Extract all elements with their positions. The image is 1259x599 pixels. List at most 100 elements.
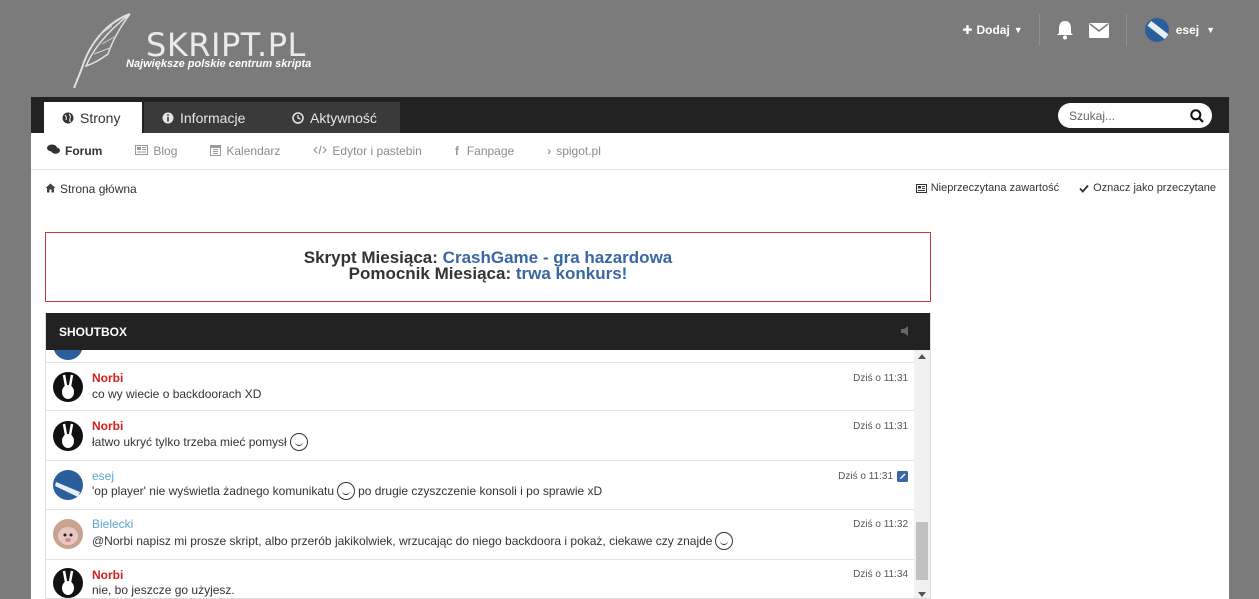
smile-emoticon-icon — [715, 532, 734, 550]
message-author[interactable]: Norbi — [92, 568, 123, 582]
message-text: @Norbi napisz mi prosze skript, albo prz… — [92, 532, 734, 550]
subnav-fanpage[interactable]: f Fanpage — [455, 144, 514, 158]
user-nav: ✚ Dodaj ▼ esej ▼ — [962, 12, 1215, 48]
chevron-right-icon: › — [547, 144, 552, 158]
message-time: Dziś o 11:32 — [853, 519, 908, 530]
avatar — [53, 568, 83, 598]
tab-label: Informacje — [180, 109, 246, 126]
tab-aktywnosc[interactable]: Aktywność — [274, 102, 400, 133]
list-item — [46, 350, 916, 363]
subnav-blog[interactable]: Blog — [135, 144, 177, 158]
globe-icon — [62, 112, 74, 123]
message-author[interactable]: esej — [92, 469, 114, 483]
tab-informacje[interactable]: Informacje — [144, 102, 274, 133]
message-text: łatwo ukryć tylko trzeba mieć pomysł — [92, 433, 308, 451]
calendar-icon — [210, 144, 222, 159]
tab-label: Strony — [80, 109, 121, 126]
tab-label: Aktywność — [310, 109, 377, 126]
message-text: nie, bo jeszcze go użyjesz. — [92, 583, 235, 597]
notifications-button[interactable] — [1054, 19, 1076, 41]
scroll-up-arrow-icon[interactable] — [918, 354, 926, 359]
unread-label: Nieprzeczytana zawartość — [930, 182, 1060, 194]
subnav-label: spigot.pl — [556, 144, 601, 158]
tab-bar: Strony Informacje Aktywność — [31, 97, 1229, 133]
mark-read-label: Oznacz jako przeczytane — [1093, 182, 1216, 194]
avatar — [53, 519, 83, 549]
helper-of-month-link[interactable]: trwa konkurs! — [516, 264, 627, 283]
message-author[interactable]: Norbi — [92, 419, 123, 433]
mark-read-link[interactable]: Oznacz jako przeczytane — [1079, 182, 1216, 194]
quick-links: Nieprzeczytana zawartość Oznacz jako prz… — [915, 182, 1216, 194]
nav-divider — [1038, 14, 1040, 46]
avatar — [53, 470, 83, 500]
volume-icon[interactable] — [900, 325, 911, 340]
search-box — [1058, 103, 1212, 128]
caret-down-icon: ▼ — [1206, 25, 1215, 35]
username: esej — [1175, 23, 1200, 37]
list-item: Norbi łatwo ukryć tylko trzeba mieć pomy… — [46, 411, 916, 461]
site-logo[interactable]: SKRIPT.PL Największe polskie centrum skr… — [68, 12, 328, 90]
subnav-label: Edytor i pastebin — [332, 144, 422, 158]
smile-emoticon-icon — [289, 433, 308, 451]
message-author[interactable]: Bielecki — [92, 517, 133, 531]
message-time: Dziś o 11:31 — [838, 471, 908, 482]
main-container: Strony Informacje Aktywność Forum — [31, 97, 1229, 599]
subnav-label: Kalendarz — [226, 144, 281, 158]
subnav-forum[interactable]: Forum — [47, 144, 102, 158]
facebook-icon: f — [454, 144, 459, 158]
edit-icon[interactable] — [897, 471, 908, 482]
add-menu-button[interactable]: ✚ Dodaj ▼ — [962, 23, 1038, 37]
user-menu-button[interactable]: esej ▼ — [1144, 18, 1215, 42]
search-icon[interactable] — [1190, 108, 1204, 123]
sub-navigation: Forum Blog Kalendarz Edytor i pastebin f… — [31, 133, 1229, 170]
bell-icon — [1056, 21, 1073, 40]
shoutbox-messages[interactable]: Norbi co wy wiecie o backdoorach XD Dziś… — [46, 350, 930, 598]
caret-down-icon: ▼ — [1013, 25, 1023, 35]
helper-of-month-label: Pomocnik Miesiąca: — [348, 264, 512, 283]
subnav-label: Blog — [153, 144, 178, 158]
list-item: esej 'op player' nie wyświetla żadnego k… — [46, 461, 916, 510]
nav-divider — [1125, 14, 1127, 46]
message-text: co wy wiecie o backdoorach XD — [92, 387, 262, 401]
info-icon — [162, 112, 174, 123]
list-item: Norbi co wy wiecie o backdoorach XD Dziś… — [46, 363, 916, 411]
shoutbox-header: SHOUTBOX — [46, 313, 930, 350]
breadcrumb-home-link[interactable]: Strona główna — [60, 182, 137, 196]
clock-icon — [292, 111, 304, 124]
avatar — [53, 372, 83, 402]
search-input[interactable] — [1069, 108, 1179, 123]
shoutbox: SHOUTBOX Norbi co wy wiecie o backdoorac… — [45, 313, 931, 599]
messages-button[interactable] — [1088, 19, 1110, 41]
message-author[interactable]: Norbi — [92, 371, 123, 385]
check-icon — [1079, 184, 1089, 193]
subnav-spigot[interactable]: › spigot.pl — [547, 144, 601, 158]
message-time: Dziś o 11:34 — [853, 569, 908, 580]
avatar — [1144, 18, 1169, 42]
site-subtitle: Największe polskie centrum skripta — [126, 58, 312, 70]
add-label: Dodaj — [976, 23, 1010, 37]
envelope-icon — [1088, 22, 1109, 38]
shoutbox-scrollbar[interactable] — [914, 350, 930, 598]
message-time: Dziś o 11:31 — [853, 421, 908, 432]
newspaper-icon — [915, 183, 927, 193]
subnav-label: Fanpage — [466, 144, 515, 158]
comments-icon — [47, 144, 60, 158]
avatar — [53, 350, 83, 360]
code-icon — [313, 144, 328, 158]
helper-of-month: Pomocnik Miesiąca: trwa konkurs! — [46, 264, 930, 283]
list-item: Bielecki @Norbi napisz mi prosze skript,… — [46, 510, 916, 560]
home-icon — [45, 182, 56, 196]
plus-icon: ✚ — [962, 23, 973, 37]
scrollbar-thumb[interactable] — [916, 522, 928, 580]
subnav-edytor[interactable]: Edytor i pastebin — [313, 144, 422, 158]
subnav-kalendarz[interactable]: Kalendarz — [210, 144, 280, 159]
newspaper-icon — [135, 144, 149, 158]
month-highlights-box: Skrypt Miesiąca: CrashGame - gra hazardo… — [45, 232, 931, 302]
scroll-down-arrow-icon[interactable] — [918, 592, 926, 597]
feather-icon — [73, 13, 131, 89]
subnav-label: Forum — [65, 144, 103, 158]
unread-content-link[interactable]: Nieprzeczytana zawartość — [915, 182, 1060, 194]
tab-strony[interactable]: Strony — [44, 102, 142, 133]
message-time: Dziś o 11:31 — [853, 373, 908, 384]
shoutbox-title: SHOUTBOX — [59, 324, 128, 339]
